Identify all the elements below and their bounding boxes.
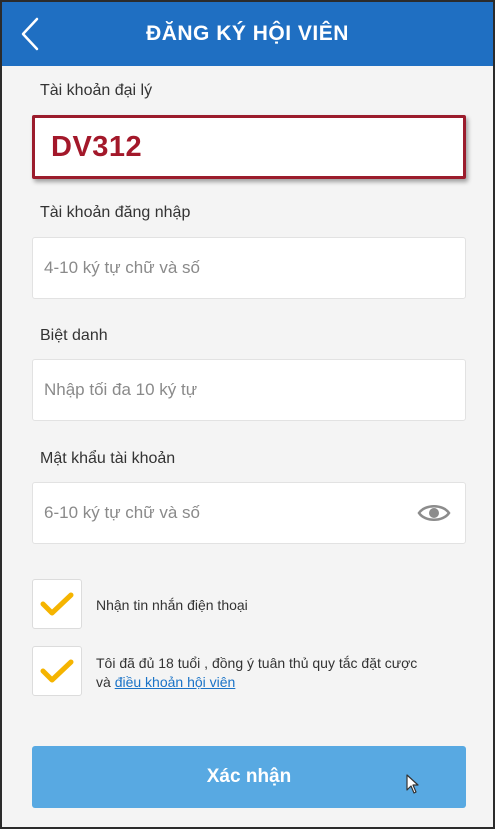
terms-text-line-2: và điều khoản hội viên <box>96 673 466 692</box>
login-account-label: Tài khoản đăng nhập <box>40 204 191 221</box>
sms-checkbox[interactable] <box>32 579 82 629</box>
sms-checkbox-label: Nhận tin nhắn điện thoại <box>96 597 248 613</box>
checkmark-icon <box>40 592 74 616</box>
password-input[interactable] <box>44 503 404 523</box>
password-field[interactable] <box>32 482 466 544</box>
back-button[interactable] <box>8 10 52 58</box>
show-password-button[interactable] <box>417 500 451 526</box>
nickname-input[interactable] <box>44 380 404 400</box>
nickname-field[interactable] <box>32 359 466 421</box>
page-title: ĐĂNG KÝ HỘI VIÊN <box>146 22 349 45</box>
registration-screen: ĐĂNG KÝ HỘI VIÊN Tài khoản đại lý DV312 … <box>0 0 495 829</box>
app-header: ĐĂNG KÝ HỘI VIÊN <box>2 2 493 66</box>
mouse-cursor-icon <box>406 774 419 794</box>
nickname-label: Biệt danh <box>40 327 108 344</box>
terms-prefix: và <box>96 674 111 690</box>
terms-text: Tôi đã đủ 18 tuổi , đồng ý tuân thủ quy … <box>96 655 418 671</box>
checkmark-icon <box>40 659 74 683</box>
chevron-left-icon <box>21 17 39 51</box>
login-account-field[interactable] <box>32 237 466 299</box>
eye-icon <box>417 505 451 521</box>
agent-account-value: DV312 <box>51 130 143 163</box>
terms-checkbox-label: Tôi đã đủ 18 tuổi , đồng ý tuân thủ quy … <box>96 654 466 692</box>
login-account-input[interactable] <box>44 258 404 278</box>
password-label: Mật khẩu tài khoản <box>40 450 176 467</box>
terms-checkbox[interactable] <box>32 646 82 696</box>
submit-button[interactable]: Xác nhận <box>32 746 466 808</box>
agent-account-label: Tài khoản đại lý <box>40 82 153 99</box>
agent-account-field: DV312 <box>32 115 466 179</box>
member-terms-link[interactable]: điều khoản hội viên <box>115 674 236 690</box>
